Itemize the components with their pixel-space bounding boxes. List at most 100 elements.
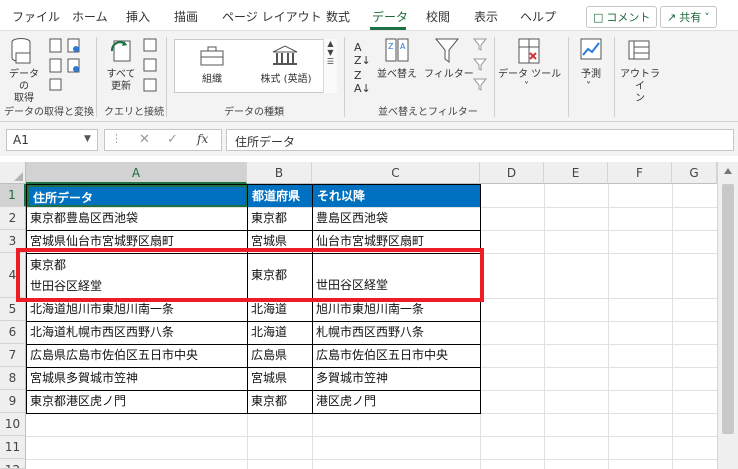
outline-icon — [628, 40, 650, 60]
table-cell[interactable]: 広島県 — [248, 344, 312, 367]
ribbon-separator — [96, 37, 97, 117]
share-button[interactable]: ↗ 共有 ˅ — [660, 6, 717, 28]
table-cell[interactable]: 北海道札幌市西区西野八条 — [27, 321, 247, 344]
column-header-e[interactable]: E — [544, 162, 608, 184]
small-import-icons — [49, 38, 80, 91]
tab-view[interactable]: 表示 — [474, 8, 498, 25]
sort-icon: Z A — [385, 38, 409, 62]
ribbon-tab-bar: ファイル ホーム 挿入 描画 ページ レイアウト 数式 データ 校閲 表示 ヘル… — [0, 0, 738, 30]
tab-home[interactable]: ホーム — [72, 8, 108, 25]
row-header-11[interactable]: 11 — [0, 436, 26, 459]
table-cell[interactable]: 宮城県多賀城市笠神 — [27, 367, 247, 390]
group-label-data-types: データの種類 — [224, 107, 284, 118]
table-cell[interactable]: 宮城県 — [248, 367, 312, 390]
tab-insert[interactable]: 挿入 — [126, 8, 150, 25]
tab-draw[interactable]: 描画 — [174, 8, 198, 25]
filter-icon — [434, 38, 460, 63]
row-header-7[interactable]: 7 — [0, 344, 26, 367]
formula-input[interactable]: 住所データ — [226, 129, 734, 151]
group-label-sort-filter: 並べ替えとフィルター — [378, 107, 478, 118]
svg-text:A: A — [400, 42, 406, 51]
group-label-queries: クエリと接続 — [104, 107, 164, 118]
formula-controls: ⋮ ✕ ✓ fx — [104, 129, 222, 151]
header-cell-address[interactable]: 住所データ — [27, 185, 247, 207]
data-tools-button[interactable]: データ ツール — [498, 69, 561, 81]
table-cell[interactable]: 東京都 — [248, 207, 312, 230]
table-cell[interactable]: 北海道 — [248, 321, 312, 344]
chevron-down-icon: ˅ — [524, 81, 529, 92]
database-icon — [11, 38, 31, 64]
table-cell[interactable]: 豊島区西池袋 — [313, 207, 480, 230]
header-cell-prefecture[interactable]: 都道府県 — [248, 185, 312, 207]
share-button-label: 共有 — [679, 11, 702, 24]
select-all-corner[interactable] — [0, 162, 26, 184]
enter-icon[interactable]: ✓ — [167, 132, 178, 147]
header-cell-rest[interactable]: それ以降 — [313, 185, 480, 207]
table-cell[interactable]: 東京都豊島区西池袋 — [27, 207, 247, 230]
column-header-c[interactable]: C — [312, 162, 480, 184]
row-header-6[interactable]: 6 — [0, 321, 26, 344]
tab-review[interactable]: 校閲 — [426, 8, 450, 25]
filter-button[interactable]: フィルター — [424, 69, 474, 81]
comment-icon: □ — [593, 10, 604, 24]
column-header-b[interactable]: B — [247, 162, 312, 184]
more-icon: ⋮ — [111, 132, 122, 145]
chevron-down-icon[interactable]: ▼ — [84, 134, 91, 144]
organization-type[interactable]: 組織 — [189, 74, 235, 86]
share-icon: ↗ — [667, 10, 677, 24]
ribbon-separator — [614, 37, 615, 117]
gallery-scroll[interactable]: ▲ ▼ ☰ — [323, 39, 337, 93]
sort-ascending-button[interactable]: A Z↓ — [354, 41, 371, 67]
row-header-9[interactable]: 9 — [0, 390, 26, 413]
comment-button[interactable]: □ コメント — [586, 6, 658, 28]
table-cell[interactable]: 札幌市西区西野八条 — [313, 321, 480, 344]
refresh-all-button[interactable]: すべて 更新 — [104, 69, 138, 93]
ribbon-separator — [344, 37, 345, 117]
table-cell[interactable]: 広島市佐伯区五日市中央 — [313, 344, 480, 367]
briefcase-icon — [200, 46, 224, 66]
column-header-a[interactable]: A — [26, 162, 247, 184]
table-cell[interactable]: 東京都 — [248, 390, 312, 413]
outline-button[interactable]: アウトライ ン — [620, 69, 660, 105]
vertical-scrollbar[interactable] — [717, 162, 738, 469]
row-header-10[interactable]: 10 — [0, 413, 26, 436]
tab-data[interactable]: データ — [372, 8, 408, 25]
scroll-up-icon[interactable] — [724, 168, 732, 174]
cancel-icon[interactable]: ✕ — [139, 132, 150, 147]
table-cell[interactable]: 港区虎ノ門 — [313, 390, 480, 413]
row-header-12[interactable]: 12 — [0, 459, 26, 469]
formula-bar: A1 ▼ ⋮ ✕ ✓ fx 住所データ — [0, 122, 738, 156]
query-icons — [143, 38, 157, 92]
sort-button[interactable]: 並べ替え — [376, 69, 418, 81]
tab-page-layout[interactable]: ページ レイアウト — [222, 8, 322, 25]
sort-descending-button[interactable]: Z A↓ — [354, 69, 371, 95]
column-header-g[interactable]: G — [672, 162, 717, 184]
bank-icon — [272, 45, 298, 65]
table-cell[interactable]: 多賀城市笠神 — [313, 367, 480, 390]
column-header-d[interactable]: D — [480, 162, 544, 184]
row-header-8[interactable]: 8 — [0, 367, 26, 390]
row-header-1[interactable]: 1 — [0, 184, 26, 207]
data-types-gallery[interactable]: 組織 株式 (英語) — [174, 39, 337, 93]
table-cell[interactable]: 広島県広島市佐伯区五日市中央 — [27, 344, 247, 367]
group-label-get-transform: データの取得と変換 — [4, 107, 94, 118]
tab-help[interactable]: ヘルプ — [520, 8, 556, 25]
chevron-down-icon: ˅ — [586, 81, 591, 92]
refresh-icon — [110, 40, 131, 62]
worksheet-grid: A B C D E F G 1 2 3 4 5 6 7 8 9 10 11 12 — [0, 162, 738, 469]
tab-formulas[interactable]: 数式 — [326, 8, 350, 25]
table-cell[interactable]: 東京都港区虎ノ門 — [27, 390, 247, 413]
row-header-2[interactable]: 2 — [0, 207, 26, 230]
forecast-icon — [580, 38, 602, 60]
comment-button-label: コメント — [606, 11, 651, 24]
stocks-type[interactable]: 株式 (英語) — [253, 74, 319, 86]
data-tools-icon — [518, 38, 540, 64]
get-data-button[interactable]: データの 取得 — [6, 69, 42, 105]
svg-text:Z: Z — [388, 42, 394, 51]
tab-file[interactable]: ファイル — [12, 8, 60, 25]
scroll-thumb[interactable] — [722, 184, 734, 434]
ribbon-separator — [568, 37, 569, 117]
insert-function-icon[interactable]: fx — [197, 132, 208, 146]
forecast-button[interactable]: 予測 — [574, 69, 608, 81]
column-header-f[interactable]: F — [608, 162, 672, 184]
